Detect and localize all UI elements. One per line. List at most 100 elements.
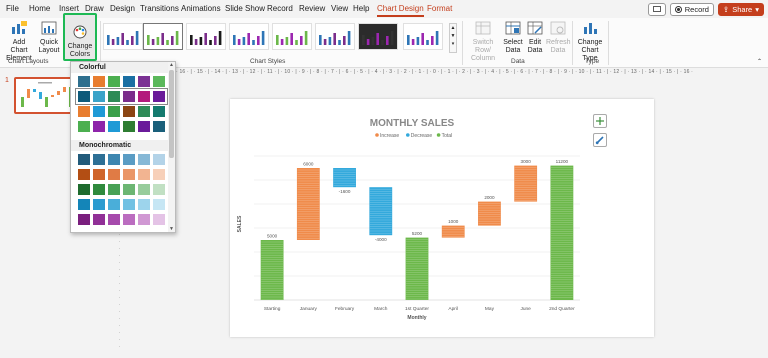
change-colors-button[interactable]: Change Colors [63,13,97,61]
color-swatch [93,169,105,180]
color-swatch [93,76,105,87]
tab-design[interactable]: Design [110,4,135,13]
style-preview-bar [237,39,241,45]
style-preview-bar [285,37,289,45]
color-palette-option[interactable] [78,154,165,165]
tab-chart-design[interactable]: Chart Design [377,4,424,17]
color-palette-option[interactable] [75,88,168,105]
color-swatch [78,106,90,117]
color-palette-option[interactable] [78,106,165,117]
chart-legend[interactable]: Increase Decrease Total [375,133,452,139]
color-palette-option[interactable] [78,169,165,180]
quick-layout-label: Quick Layout [38,39,60,54]
waterfall-bar[interactable] [405,237,429,300]
quick-layout-button[interactable]: Quick Layout [36,21,62,55]
change-chart-type-button[interactable]: Change Chart Type [574,21,606,63]
color-palette-option[interactable] [78,121,165,132]
collapse-ribbon-icon[interactable]: ⌃ [757,58,762,65]
tab-transitions[interactable]: Transitions [140,4,179,13]
refresh-data-icon [550,21,566,35]
slide-canvas[interactable]: MONTHLY SALES Increase Decrease Total 5000… [230,99,654,337]
category-label: March [374,306,388,312]
horizontal-ruler: · 16 · | · 15 · | · 14 · | · 13 · | · 12… [176,69,693,75]
color-swatch [108,106,120,117]
legend-entry: Increase [380,133,399,139]
tab-format[interactable]: Format [427,4,452,13]
waterfall-bar[interactable] [333,168,356,188]
edit-data-button[interactable]: Edit Data [525,21,545,55]
data-label: 6000 [303,162,314,167]
data-group-label: Data [511,58,525,65]
share-button[interactable]: ⇪ Share ▾ [717,2,764,16]
style-preview-bar [328,37,332,45]
chart-style-option[interactable] [358,23,398,50]
color-palette-option[interactable] [78,76,165,87]
tab-animations[interactable]: Animations [181,4,221,13]
waterfall-chart[interactable]: MONTHLY SALES Increase Decrease Total 5000… [230,99,654,337]
color-palette-option[interactable] [78,214,165,225]
legend-marker [375,133,379,137]
color-swatch [153,154,165,165]
add-chart-element-button[interactable]: Add Chart Element [4,21,34,63]
monochromatic-heading: Monochromatic [79,142,132,149]
select-data-button[interactable]: Select Data [502,21,524,55]
chart-layouts-group-label: Chart Layouts [8,58,49,65]
y-axis-title[interactable]: SALES [237,215,243,232]
color-swatch [153,214,165,225]
style-preview-bar [347,31,351,45]
tab-slide-show[interactable]: Slide Show [225,4,265,13]
color-swatch [93,154,105,165]
chevron-down-icon[interactable]: ▼ [168,226,175,232]
tab-file[interactable]: File [6,4,19,13]
style-preview-bar [386,36,389,45]
chevron-down-icon: ▼ [450,33,456,39]
comments-button[interactable] [647,2,666,16]
chart-style-option[interactable] [103,23,143,50]
waterfall-bar[interactable] [260,240,284,300]
dropdown-scrollbar[interactable]: ▲ ▼ [168,62,175,232]
chart-style-option[interactable] [143,23,183,50]
color-swatch [108,169,120,180]
chart-style-option[interactable] [272,23,312,50]
color-palette-option[interactable] [78,184,165,195]
color-palette-option[interactable] [78,199,165,210]
style-preview-bar [343,36,346,45]
waterfall-bar[interactable] [478,201,501,226]
menu-bar: File Home Insert Draw Design Transitions… [0,0,768,18]
chart-style-option[interactable] [186,23,226,50]
data-label: -4000 [375,237,387,242]
record-button[interactable]: Record [669,2,714,16]
style-preview-bar [261,31,265,45]
ribbon-separator [572,21,573,65]
style-preview-bar [431,36,434,45]
scrollbar-thumb[interactable] [169,70,174,158]
tab-review[interactable]: Review [299,4,325,13]
chart-styles-button[interactable] [593,133,607,147]
tab-home[interactable]: Home [29,4,50,13]
chart-style-option[interactable] [315,23,355,50]
color-swatch [78,121,90,132]
tab-view[interactable]: View [331,4,348,13]
refresh-data-button[interactable]: Refresh Data [546,21,571,55]
tab-record[interactable]: Record [267,4,293,13]
tab-help[interactable]: Help [353,4,369,13]
chart-style-option[interactable] [403,23,443,50]
share-icon: ⇪ [722,4,730,14]
switch-row-column-button[interactable]: Switch Row/ Column [466,21,500,63]
tab-draw[interactable]: Draw [85,4,104,13]
data-label: 5000 [267,234,278,239]
chevron-up-icon: ▲ [450,25,456,31]
color-swatch [108,199,120,210]
chart-elements-button[interactable] [593,114,607,128]
style-preview-bar [214,36,217,45]
color-swatch [153,121,165,132]
x-axis-title[interactable]: Monthly [407,315,426,321]
chart-title[interactable]: MONTHLY SALES [370,118,455,129]
change-colors-dropdown: Colorful Monochromatic ▲ ▼ [70,61,176,233]
tab-insert[interactable]: Insert [59,4,79,13]
chart-style-option[interactable] [229,23,269,50]
slide-thumbnail[interactable] [14,77,76,114]
chevron-up-icon[interactable]: ▲ [168,62,175,68]
chart-style-preview [276,31,308,45]
gallery-scroll[interactable]: ▲ ▼ ▾ [449,23,457,53]
